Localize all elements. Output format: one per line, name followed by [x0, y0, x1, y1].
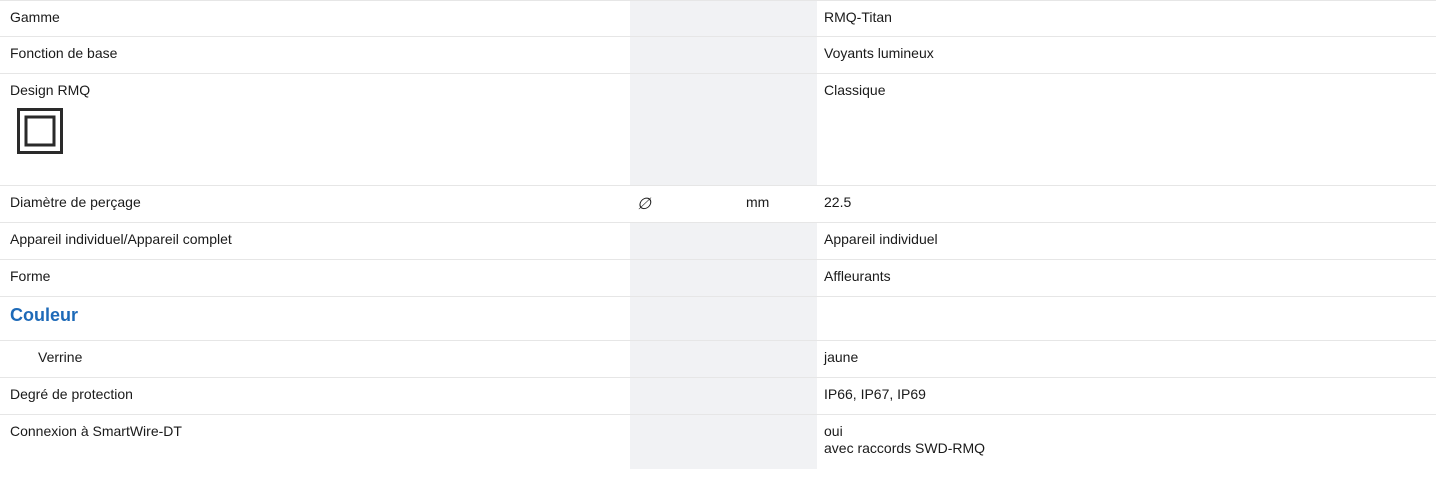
value-line: oui	[824, 423, 843, 439]
row-symbol	[630, 74, 744, 185]
row-value: 22.5	[824, 194, 852, 210]
row-symbol	[630, 1, 744, 36]
table-row: Diamètre de perçage ∅ mm 22.5	[0, 186, 1436, 223]
table-row: Design RMQ Classique	[0, 74, 1436, 186]
row-symbol	[630, 260, 744, 296]
row-unit	[744, 297, 817, 340]
table-row: Verrine jaune	[0, 341, 1436, 378]
diameter-symbol: ∅	[630, 186, 744, 222]
row-unit	[744, 260, 817, 296]
row-label: Degré de protection	[10, 386, 133, 402]
table-row: Gamme RMQ-Titan	[0, 0, 1436, 37]
row-label: Appareil individuel/Appareil complet	[10, 231, 232, 247]
row-symbol	[630, 415, 744, 469]
section-heading-row: Couleur	[0, 297, 1436, 341]
row-value: Classique	[824, 82, 886, 98]
table-row: Connexion à SmartWire-DT oui avec raccor…	[0, 415, 1436, 469]
section-heading: Couleur	[10, 305, 79, 325]
row-value-multiline: oui avec raccords SWD-RMQ	[817, 415, 1436, 469]
table-row: Appareil individuel/Appareil complet App…	[0, 223, 1436, 260]
row-label: Forme	[10, 268, 51, 284]
row-symbol	[630, 37, 744, 73]
row-value: IP66, IP67, IP69	[824, 386, 926, 402]
row-unit	[744, 74, 817, 185]
row-unit	[744, 1, 817, 36]
row-symbol	[630, 297, 744, 340]
row-label-with-icon: Design RMQ	[0, 74, 630, 185]
row-unit	[744, 341, 817, 377]
spec-table: Gamme RMQ-Titan Fonction de base Voyants…	[0, 0, 1436, 469]
row-label: Gamme	[10, 9, 60, 25]
row-unit	[744, 223, 817, 259]
row-value: RMQ-Titan	[824, 9, 892, 25]
table-row: Degré de protection IP66, IP67, IP69	[0, 378, 1436, 415]
row-value: jaune	[824, 349, 859, 365]
row-unit	[744, 378, 817, 414]
row-label: Design RMQ	[10, 82, 91, 98]
row-value: Appareil individuel	[824, 231, 938, 247]
row-symbol	[630, 378, 744, 414]
double-square-design-icon	[17, 108, 63, 154]
row-symbol	[630, 341, 744, 377]
row-label: Fonction de base	[10, 45, 118, 61]
value-line: avec raccords SWD-RMQ	[824, 440, 986, 456]
row-label: Verrine	[38, 349, 83, 365]
row-symbol	[630, 223, 744, 259]
row-unit	[744, 37, 817, 73]
row-label: Connexion à SmartWire-DT	[10, 423, 182, 439]
row-label: Diamètre de perçage	[10, 194, 141, 210]
row-unit	[744, 415, 817, 469]
row-value	[817, 297, 1436, 340]
table-row: Fonction de base Voyants lumineux	[0, 37, 1436, 74]
row-unit: mm	[744, 186, 817, 222]
row-value: Affleurants	[824, 268, 891, 284]
row-value: Voyants lumineux	[824, 45, 934, 61]
table-row: Forme Affleurants	[0, 260, 1436, 297]
